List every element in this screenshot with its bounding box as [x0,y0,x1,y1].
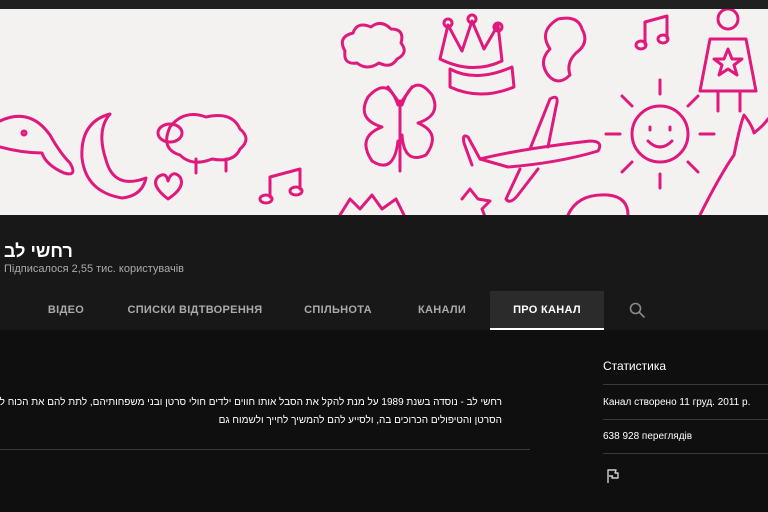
flag-icon[interactable] [605,468,621,484]
banner-doodles [0,9,768,215]
tab-videos[interactable]: ВІДЕО [38,291,94,328]
about-content: רחשי לב - נוסדה בשנת 1989 על מנת להקל את… [0,330,768,512]
stats-divider [603,419,768,420]
tab-community[interactable]: СПІЛЬНОТА [296,291,380,328]
channel-created-date: Канал створено 11 груд. 2011 р. [603,397,751,408]
tab-about[interactable]: ПРО КАНАЛ [490,291,604,330]
channel-tabs: ВІДЕО СПИСКИ ВІДТВОРЕННЯ СПІЛЬНОТА КАНАЛ… [0,291,768,330]
stats-divider [603,453,768,454]
tab-playlists[interactable]: СПИСКИ ВІДТВОРЕННЯ [122,291,268,328]
subscriber-count: Підписалося 2,55 тис. користувачів [4,263,185,275]
channel-description: רחשי לב - נוסדה בשנת 1989 על מנת להקל את… [0,394,502,430]
description-line-2: הסרטן והטיפולים הכרוכים בה, ולסייע להם ל… [218,415,502,426]
channel-name: רחשי לב [4,241,73,261]
channel-header: רחשי לב Підписалося 2,55 тис. користувач… [0,215,768,330]
stats-divider [603,384,768,385]
view-count: 638 928 переглядів [603,431,693,442]
tab-channels[interactable]: КАНАЛИ [408,291,476,328]
channel-banner [0,9,768,215]
top-bar [0,0,768,9]
description-line-1: רחשי לב - נוסדה בשנת 1989 על מנת להקל את… [0,397,502,408]
search-icon[interactable] [628,301,646,319]
description-divider [0,449,530,450]
stats-title: Статистика [603,359,667,373]
